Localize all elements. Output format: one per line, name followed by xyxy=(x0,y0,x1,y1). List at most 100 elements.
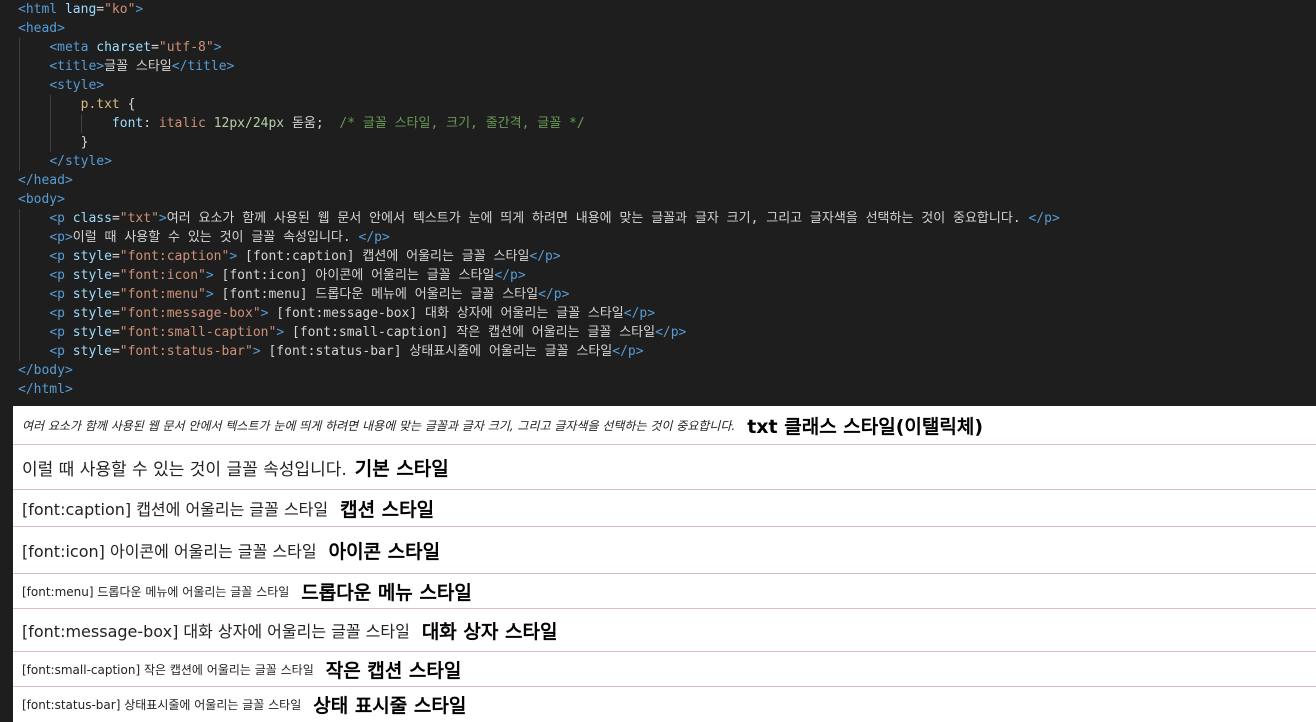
code-token: 돋움; xyxy=(284,116,340,131)
code-line[interactable]: p.txt { xyxy=(0,95,1316,114)
preview-row-status-bar: [font:status-bar] 상태표시줄에 어울리는 글꼴 스타일 상태 … xyxy=(13,687,1316,722)
code-line[interactable]: <body> xyxy=(0,190,1316,209)
code-line[interactable]: <p style="font:caption"> [font:caption] … xyxy=(0,247,1316,266)
preview-row-caption: [font:caption] 캡션에 어울리는 글꼴 스타일 캡션 스타일 xyxy=(13,490,1316,527)
code-line[interactable]: <style> xyxy=(0,76,1316,95)
code-token: [font:small-caption] 작은 캡션에 어울리는 글꼴 스타일 xyxy=(284,325,656,340)
style-label: 캡션 스타일 xyxy=(340,498,435,521)
code-token: class xyxy=(72,211,112,226)
code-token: = xyxy=(111,287,120,302)
indent-guide xyxy=(19,323,20,342)
code-token: style xyxy=(72,287,112,302)
indent-guide xyxy=(81,114,82,133)
code-token: [font:message-box] 대화 상자에 어울리는 글꼴 스타일 xyxy=(268,306,624,321)
code-token: "utf-8" xyxy=(158,40,214,55)
code-token: p.txt xyxy=(80,97,120,112)
indent-guide xyxy=(19,266,20,285)
code-token: <style> xyxy=(49,78,105,93)
sample-text: 여러 요소가 함께 사용된 웹 문서 안에서 텍스트가 눈에 띄게 하려면 내용… xyxy=(22,418,736,433)
code-line[interactable]: <p style="font:small-caption"> [font:sma… xyxy=(0,323,1316,342)
code-line[interactable]: </body> xyxy=(0,361,1316,380)
code-line[interactable]: <p style="font:icon"> [font:icon] 아이콘에 어… xyxy=(0,266,1316,285)
code-token: > xyxy=(205,287,214,302)
code-token: </p> xyxy=(529,249,561,264)
indent-guide xyxy=(19,38,20,57)
indent-guide xyxy=(50,114,51,133)
style-label: txt 클래스 스타일(이탤릭체) xyxy=(747,415,984,438)
indent-guide xyxy=(19,247,20,266)
preview-row-default: 이럴 때 사용할 수 있는 것이 글꼴 속성입니다. 기본 스타일 xyxy=(13,445,1316,490)
code-token: </p> xyxy=(612,344,644,359)
code-token: = xyxy=(96,2,105,17)
code-line[interactable]: <p style="font:menu"> [font:menu] 드롭다운 메… xyxy=(0,285,1316,304)
code-token: = xyxy=(111,211,120,226)
code-token: > xyxy=(213,40,222,55)
code-token: <p xyxy=(49,249,73,264)
code-line[interactable]: font: italic 12px/24px 돋움; /* 글꼴 스타일, 크기… xyxy=(0,114,1316,133)
code-token: <p xyxy=(49,287,73,302)
code-token: <p xyxy=(49,211,73,226)
code-token: = xyxy=(111,344,120,359)
code-token: [font:icon] 아이콘에 어울리는 글꼴 스타일 xyxy=(213,268,495,283)
code-line[interactable]: } xyxy=(0,133,1316,152)
code-editor[interactable]: <html lang="ko"> <head> <meta charset="ut… xyxy=(0,0,1316,405)
code-token: = xyxy=(111,306,120,321)
code-token: "font:small-caption" xyxy=(119,325,277,340)
code-token: /* 글꼴 스타일, 크기, 줄간격, 글꼴 */ xyxy=(339,116,585,131)
preview-row-icon: [font:icon] 아이콘에 어울리는 글꼴 스타일 아이콘 스타일 xyxy=(13,527,1316,574)
code-token: <p xyxy=(49,344,73,359)
code-token: charset xyxy=(96,40,152,55)
code-token: = xyxy=(111,249,120,264)
code-token: <html xyxy=(18,2,65,17)
code-token: "txt" xyxy=(119,211,159,226)
code-line[interactable]: </style> xyxy=(0,152,1316,171)
code-token: lang xyxy=(64,2,97,17)
code-token: <p> xyxy=(49,230,73,245)
code-line[interactable]: <p style="font:message-box"> [font:messa… xyxy=(0,304,1316,323)
code-line[interactable]: </html> xyxy=(0,380,1316,399)
style-label: 아이콘 스타일 xyxy=(328,540,441,563)
sample-text: 이럴 때 사용할 수 있는 것이 글꼴 속성입니다. xyxy=(22,459,347,480)
sample-text: [font:caption] 캡션에 어울리는 글꼴 스타일 xyxy=(22,500,329,519)
sample-text: [font:small-caption] 작은 캡션에 어울리는 글꼴 스타일 xyxy=(22,662,314,677)
code-line[interactable]: <meta charset="utf-8"> xyxy=(0,38,1316,57)
code-token: "font:caption" xyxy=(119,249,230,264)
code-token: "font:icon" xyxy=(119,268,206,283)
code-token: > xyxy=(276,325,285,340)
code-line[interactable]: </head> xyxy=(0,171,1316,190)
indent-guide xyxy=(50,95,51,114)
code-token: <head> xyxy=(18,21,65,36)
preview-row-txt: 여러 요소가 함께 사용된 웹 문서 안에서 텍스트가 눈에 띄게 하려면 내용… xyxy=(13,406,1316,445)
sample-text: [font:icon] 아이콘에 어울리는 글꼴 스타일 xyxy=(22,542,317,561)
code-token: = xyxy=(151,40,159,55)
preview-row-small-caption: [font:small-caption] 작은 캡션에 어울리는 글꼴 스타일 … xyxy=(13,652,1316,687)
style-label: 대화 상자 스타일 xyxy=(421,620,558,643)
code-token: </title> xyxy=(171,59,235,74)
code-line[interactable]: <title>글꼴 스타일</title> xyxy=(0,57,1316,76)
code-line[interactable]: <p>이럴 때 사용할 수 있는 것이 글꼴 속성입니다. </p> xyxy=(0,228,1316,247)
code-token: [font:caption] 캡션에 어울리는 글꼴 스타일 xyxy=(237,249,530,264)
indent-guide xyxy=(19,152,20,171)
code-token: style xyxy=(72,268,112,283)
code-token: <p xyxy=(49,306,73,321)
code-token: 여러 요소가 함께 사용된 웹 문서 안에서 텍스트가 눈에 띄게 하려면 내용… xyxy=(166,211,1029,226)
code-line[interactable]: <html lang="ko"> xyxy=(0,0,1316,19)
code-token: > xyxy=(205,268,214,283)
indent-guide xyxy=(19,57,20,76)
code-line[interactable]: <p style="font:status-bar"> [font:status… xyxy=(0,342,1316,361)
indent-guide xyxy=(19,342,20,361)
code-token: > xyxy=(158,211,167,226)
style-label: 상태 표시줄 스타일 xyxy=(313,695,467,717)
code-line[interactable]: <p class="txt">여러 요소가 함께 사용된 웹 문서 안에서 텍스… xyxy=(0,209,1316,228)
code-token: { xyxy=(119,97,136,112)
preview-row-message-box: [font:message-box] 대화 상자에 어울리는 글꼴 스타일 대화… xyxy=(13,609,1316,652)
code-token: <p xyxy=(49,268,73,283)
code-line[interactable]: <head> xyxy=(0,19,1316,38)
